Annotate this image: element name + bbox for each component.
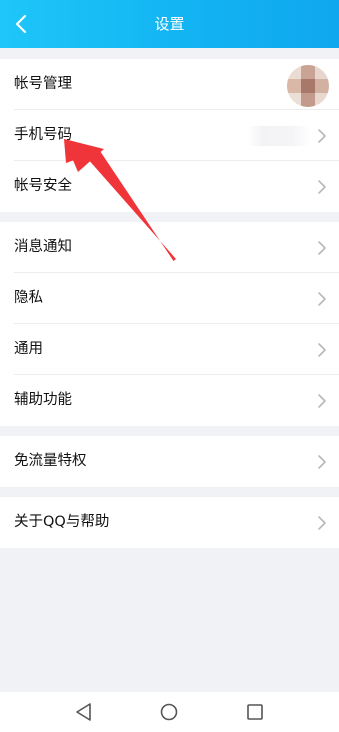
chevron-right-icon <box>318 292 326 306</box>
system-navigation-bar <box>0 692 339 732</box>
about-group: 关于QQ与帮助 <box>0 497 339 548</box>
row-label: 通用 <box>14 341 43 357</box>
row-label: 帐号安全 <box>14 178 72 194</box>
row-about-help[interactable]: 关于QQ与帮助 <box>0 497 339 548</box>
chevron-right-icon <box>318 455 326 469</box>
data-privilege-group: 免流量特权 <box>0 436 339 487</box>
preferences-group: 消息通知 隐私 通用 辅助功能 <box>0 222 339 426</box>
recents-square-icon[interactable] <box>243 700 267 724</box>
row-general[interactable]: 通用 <box>0 324 339 375</box>
row-free-data-privilege[interactable]: 免流量特权 <box>0 436 339 487</box>
row-label: 手机号码 <box>14 127 72 143</box>
row-privacy[interactable]: 隐私 <box>0 273 339 324</box>
row-accessibility[interactable]: 辅助功能 <box>0 375 339 426</box>
row-account-security[interactable]: 帐号安全 <box>0 161 339 212</box>
chevron-right-icon <box>318 241 326 255</box>
chevron-right-icon <box>318 343 326 357</box>
row-label: 帐号管理 <box>14 76 72 92</box>
row-label: 免流量特权 <box>14 453 87 469</box>
top-bar: 设置 <box>0 0 339 48</box>
row-label: 关于QQ与帮助 <box>14 514 110 530</box>
row-phone-number[interactable]: 手机号码 <box>0 110 339 161</box>
blurred-phone-value <box>247 126 311 146</box>
page-title: 设置 <box>154 15 185 33</box>
chevron-right-icon <box>318 394 326 408</box>
row-label: 消息通知 <box>14 239 72 255</box>
row-label: 辅助功能 <box>14 392 72 408</box>
settings-screen: 设置 帐号管理 手机号码 帐号安全 消息通知 隐私 通用 辅助功能 免流量特权 … <box>0 0 339 732</box>
account-group: 帐号管理 手机号码 帐号安全 <box>0 59 339 212</box>
row-notifications[interactable]: 消息通知 <box>0 222 339 273</box>
avatar <box>287 65 329 107</box>
row-account-management[interactable]: 帐号管理 <box>0 59 339 110</box>
chevron-right-icon <box>318 516 326 530</box>
chevron-right-icon <box>318 180 326 194</box>
back-triangle-icon[interactable] <box>72 700 96 724</box>
home-circle-icon[interactable] <box>157 700 181 724</box>
chevron-right-icon <box>318 129 326 143</box>
row-label: 隐私 <box>14 290 43 306</box>
